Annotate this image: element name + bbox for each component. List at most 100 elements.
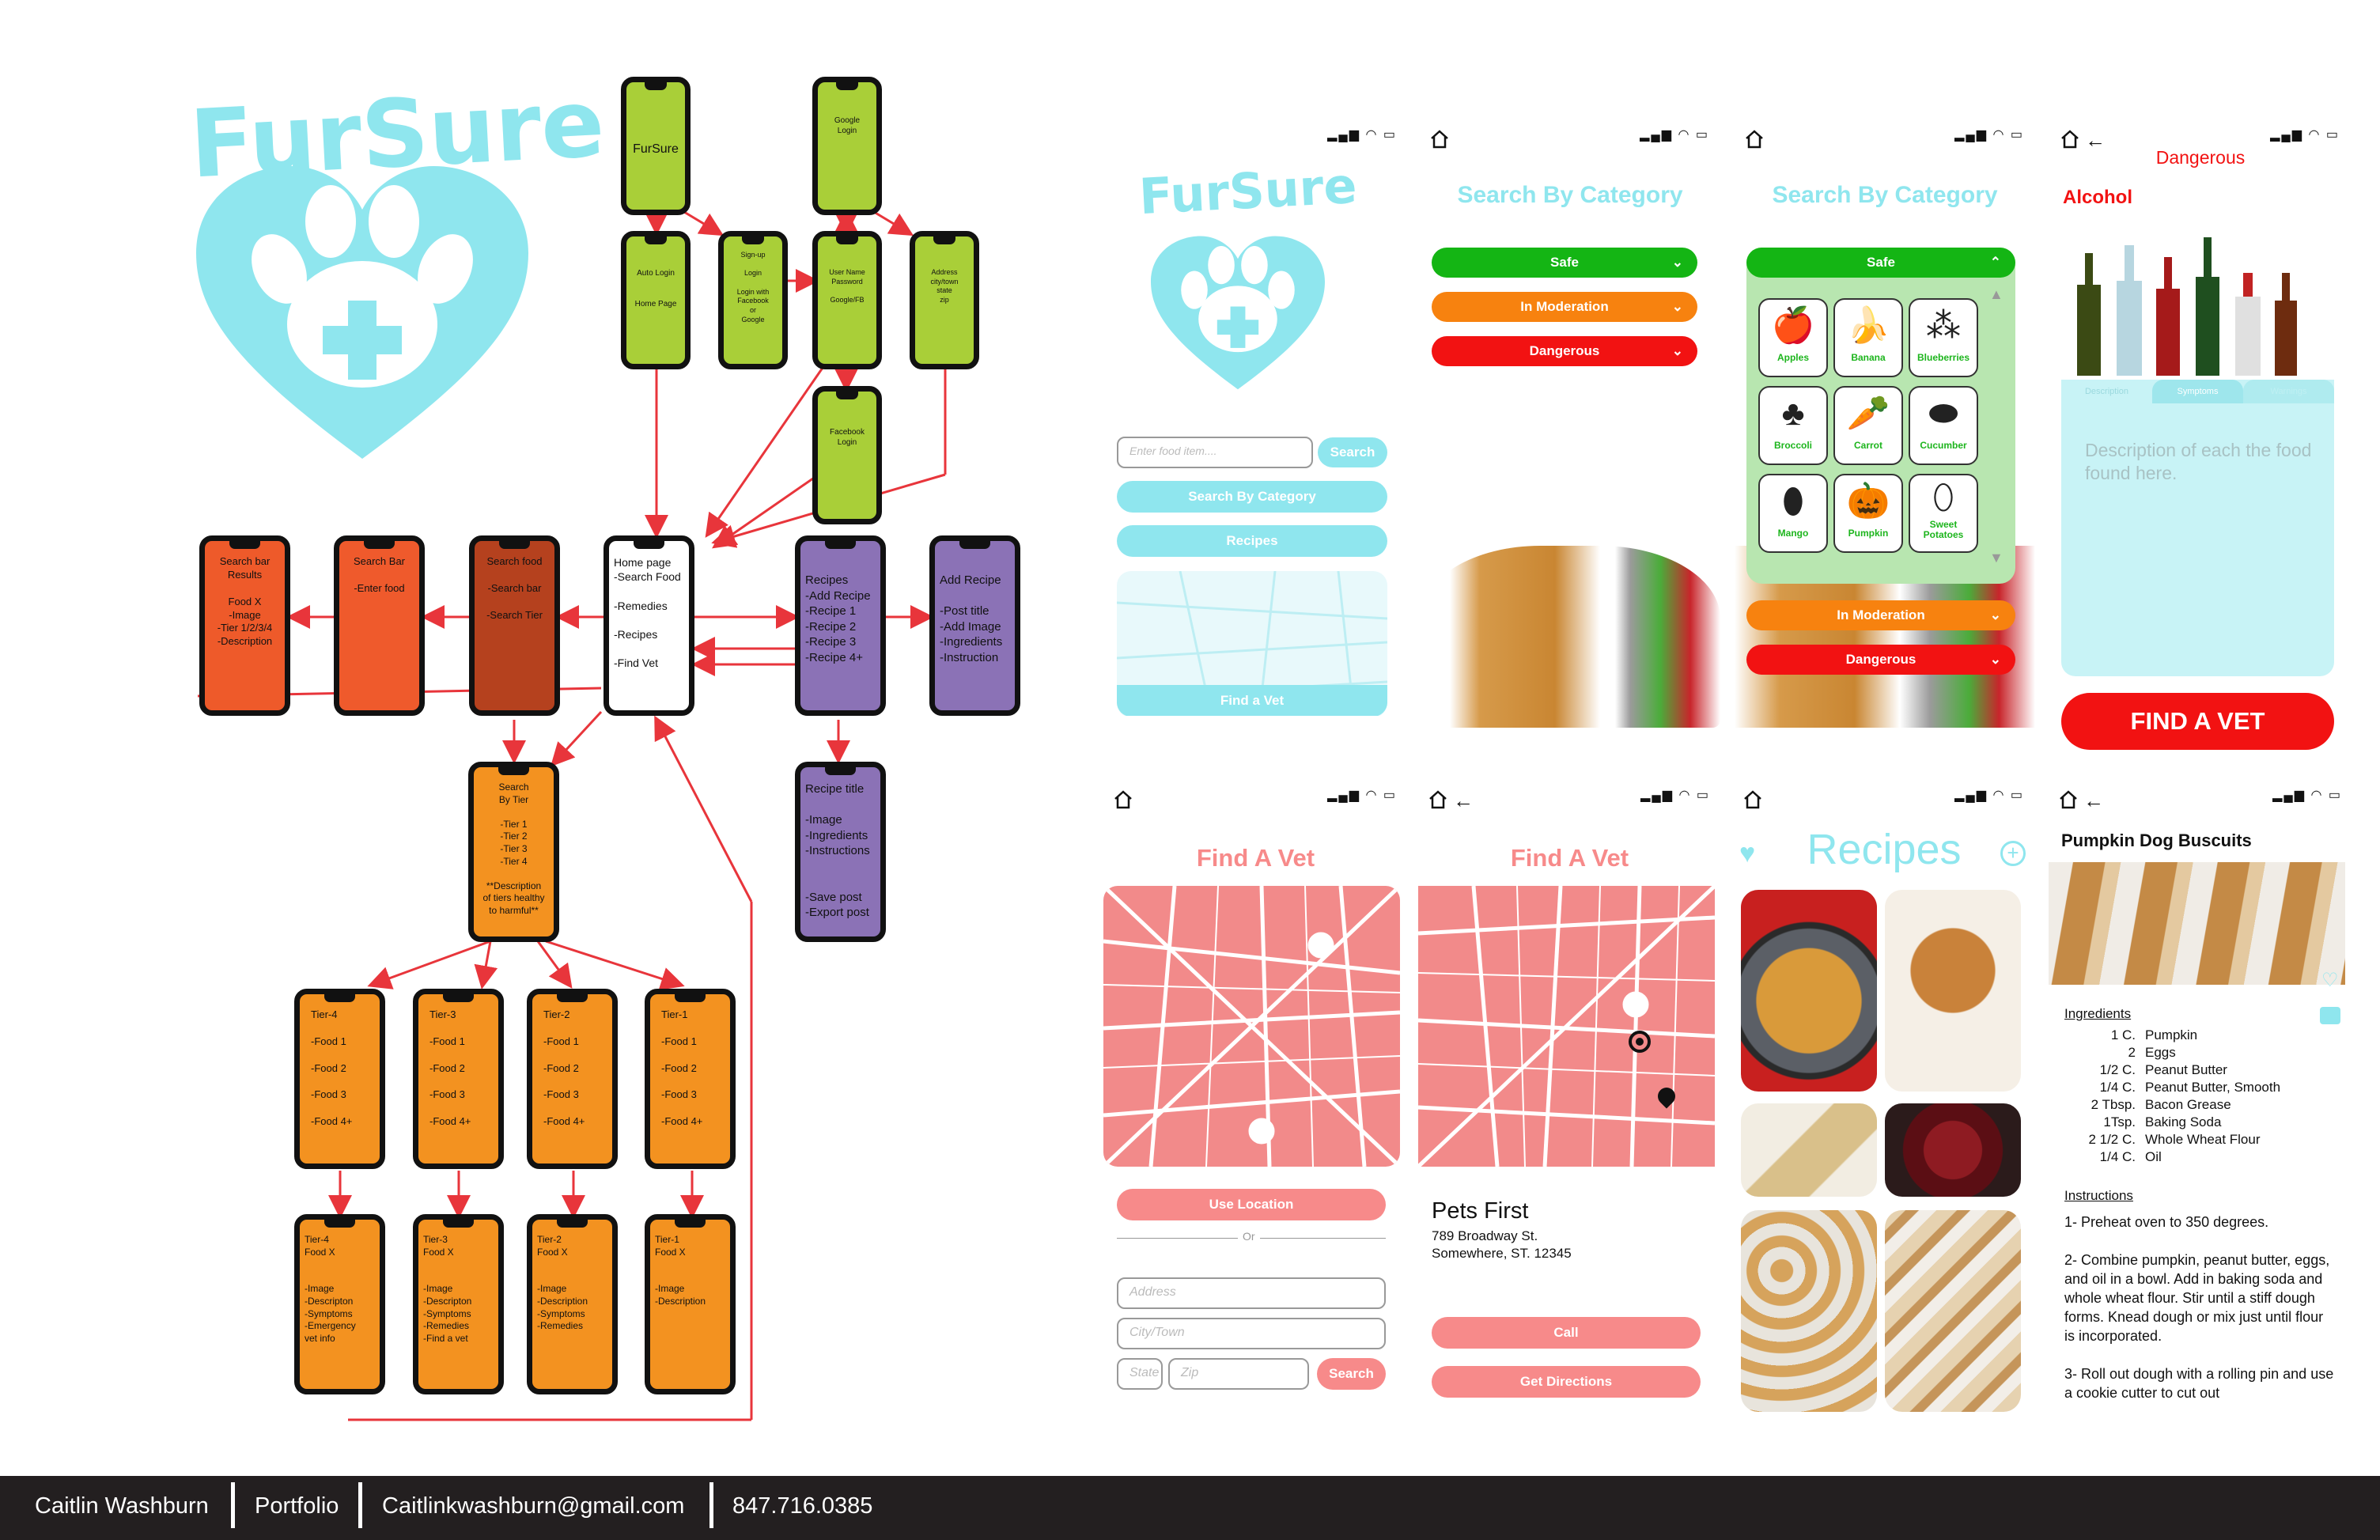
state-input[interactable]: State (1117, 1358, 1163, 1390)
apple-icon: 🍎 (1771, 306, 1815, 345)
alcohol-bottles-photo (2061, 237, 2334, 380)
description-text: Description of each the food found here. (2085, 440, 2312, 483)
home-icon[interactable] (1429, 130, 1450, 149)
ingredients-list: 1 C. Pumpkin 2 Eggs 1/2 C. Peanut Butter 1/4 C… (2064, 1027, 2318, 1166)
flow-screen-search-food: Search food -Search bar -Search Tier (469, 535, 560, 716)
dangerous-dropdown[interactable]: Dangerous ⌄ (1432, 336, 1697, 366)
food-tile-pumpkin[interactable]: 🎃 Pumpkin (1833, 474, 1903, 553)
recipes-button[interactable]: Recipes (1117, 525, 1387, 557)
food-tile-carrot[interactable]: 🥕 Carrot (1833, 386, 1903, 465)
pumpkin-icon: 🎃 (1846, 482, 1890, 520)
food-tile-apples[interactable]: 🍎 Apples (1758, 298, 1828, 377)
back-arrow-icon[interactable]: ← (1453, 789, 1474, 813)
food-tile-sweet-potatoes[interactable]: ⬯ Sweet Potatoes (1909, 474, 1978, 553)
footer-portfolio: Portfolio (255, 1493, 339, 1519)
moderation-dropdown[interactable]: In Moderation ⌄ (1746, 600, 2015, 630)
tab-warnings[interactable]: Warnings (2243, 380, 2334, 403)
use-location-button[interactable]: Use Location (1117, 1189, 1386, 1220)
food-tile-mango[interactable]: ⬮ Mango (1758, 474, 1828, 553)
flow-screen-tier4-food: Tier-4 Food X -Image -Descripton -Sympto… (294, 1214, 385, 1394)
chevron-down-icon: ⌄ (1671, 299, 1683, 314)
food-search-input[interactable]: Enter food item.... (1117, 437, 1313, 468)
tab-symptoms[interactable]: Symptoms (2152, 380, 2243, 403)
footer: Caitlin Washburn Portfolio Caitlinkwashb… (0, 1476, 2380, 1540)
city-input[interactable]: City/Town (1117, 1318, 1386, 1349)
recipe-photo-1[interactable] (1741, 890, 1877, 1092)
find-a-vet-button[interactable]: FIND A VET (2061, 693, 2334, 750)
carrot-icon: 🥕 (1846, 394, 1890, 433)
category-label: Dangerous (2155, 147, 2246, 168)
vet-street: 789 Broadway St. (1432, 1228, 1538, 1243)
home-icon[interactable] (1744, 130, 1765, 149)
food-tile-broccoli[interactable]: ♣ Broccoli (1758, 386, 1828, 465)
search-button[interactable]: Search (1318, 437, 1387, 467)
ingredient-name: Oil (2145, 1149, 2162, 1164)
search-by-category-button[interactable]: Search By Category (1117, 481, 1387, 513)
heart-icon[interactable]: ♡ (2321, 969, 2339, 992)
status-bar-icons: ▂▄▆ ◠ ▭ (1954, 789, 2024, 802)
bottles-graphic (2077, 237, 2297, 376)
recipe-photo-2[interactable] (1885, 890, 2021, 1092)
screen-find-vet: ▂▄▆ ◠ ▭ Find A Vet Use Location Or Addre… (1103, 779, 1408, 1412)
instruction-step: 3- Roll out dough with a rolling pin and… (2064, 1366, 2334, 1401)
home-icon[interactable] (1428, 790, 1448, 809)
food-tile-blueberries[interactable]: ⁂ Blueberries (1909, 298, 1978, 377)
ingredient-row: 2 1/2 C. Whole Wheat Flour (2064, 1131, 2318, 1148)
heart-paw-icon (1151, 236, 1325, 390)
flow-screen-auto-login: Auto Login Home Page (621, 231, 691, 369)
home-icon[interactable] (1742, 790, 1763, 809)
find-vet-button[interactable]: Find a Vet (1117, 685, 1387, 716)
scroll-down-icon[interactable]: ▼ (1989, 550, 2004, 566)
food-tile-banana[interactable]: 🍌 Banana (1833, 298, 1903, 377)
ingredient-row: 2 Tbsp. Bacon Grease (2064, 1096, 2318, 1114)
screen-search-category-safe: ▂▄▆ ◠ ▭ Search By Category Safe ⌃ ▲ ▼ 🍎 Ap… (1735, 119, 2035, 767)
zip-input[interactable]: Zip (1168, 1358, 1309, 1390)
address-input[interactable]: Address (1117, 1277, 1386, 1309)
safe-dropdown[interactable]: Safe ⌄ (1432, 248, 1697, 278)
comment-icon[interactable] (2320, 1007, 2340, 1024)
instructions-list: 1- Preheat oven to 350 degrees. 2- Combin… (2064, 1213, 2337, 1421)
recipe-photo-4[interactable] (1885, 1103, 2021, 1197)
add-recipe-icon[interactable]: + (2000, 841, 2026, 866)
page-title: Search By Category (1772, 182, 1998, 208)
recipe-photo-6[interactable] (1885, 1210, 2021, 1412)
flow-screen-recipes: Recipes -Add Recipe -Recipe 1 -Recipe 2 … (795, 535, 886, 716)
footer-email[interactable]: Caitlinkwashburn@gmail.com (382, 1493, 684, 1519)
safe-dropdown[interactable]: Safe ⌃ (1746, 248, 2015, 278)
recipe-photo-3[interactable] (1741, 1103, 1877, 1197)
home-icon[interactable] (2058, 790, 2079, 809)
dangerous-dropdown[interactable]: Dangerous ⌄ (1746, 645, 2015, 675)
flow-screen-tier2: Tier-2 -Food 1 -Food 2 -Food 3 -Food 4+ (527, 989, 618, 1169)
back-arrow-icon[interactable]: ← (2083, 789, 2104, 813)
ingredient-quantity: 2 (2128, 1045, 2136, 1060)
screen-recipes: ▂▄▆ ◠ ▭ ♥ Recipes + (1733, 779, 2035, 1420)
flow-screen-tier1: Tier-1 -Food 1 -Food 2 -Food 3 -Food 4+ (645, 989, 736, 1169)
ingredient-row: 1/4 C. Peanut Butter, Smooth (2064, 1079, 2318, 1096)
page-title: Search By Category (1457, 182, 1683, 208)
page-title: Find A Vet (1196, 844, 1315, 872)
recipe-photo-5[interactable] (1741, 1210, 1877, 1412)
ingredient-name: Eggs (2145, 1045, 2176, 1060)
ingredient-name: Baking Soda (2145, 1114, 2222, 1129)
scroll-up-icon[interactable]: ▲ (1989, 286, 2004, 303)
map[interactable] (1103, 886, 1400, 1167)
moderation-dropdown[interactable]: In Moderation ⌄ (1432, 292, 1697, 322)
get-directions-button[interactable]: Get Directions (1432, 1366, 1701, 1398)
search-button[interactable]: Search (1317, 1358, 1386, 1390)
flow-screen-username: User Name Password Google/FB (812, 231, 882, 369)
flow-screen-search-bar: Search Bar -Enter food (334, 535, 425, 716)
status-bar-icons: ▂▄▆ ◠ ▭ (1640, 128, 1709, 142)
recipe-hero-photo (2049, 862, 2345, 985)
chevron-down-icon: ⌄ (1989, 652, 2001, 667)
map[interactable] (1418, 886, 1715, 1167)
cucumber-icon: ⬬ (1928, 394, 1958, 433)
mango-icon: ⬮ (1782, 482, 1804, 520)
chevron-down-icon: ⌄ (1671, 255, 1683, 270)
food-tile-cucumber[interactable]: ⬬ Cucumber (1909, 386, 1978, 465)
home-icon[interactable] (1113, 790, 1133, 809)
tab-description[interactable]: Description (2061, 380, 2152, 403)
home-icon[interactable] (2060, 130, 2080, 149)
call-button[interactable]: Call (1432, 1317, 1701, 1349)
flow-screen-tier3-food: Tier-3 Food X -Image -Descripton -Sympto… (413, 1214, 504, 1394)
screen-home: ▂▄▆ ◠ ▭ FurSure Enter food item.... Sear… (1107, 119, 1408, 716)
